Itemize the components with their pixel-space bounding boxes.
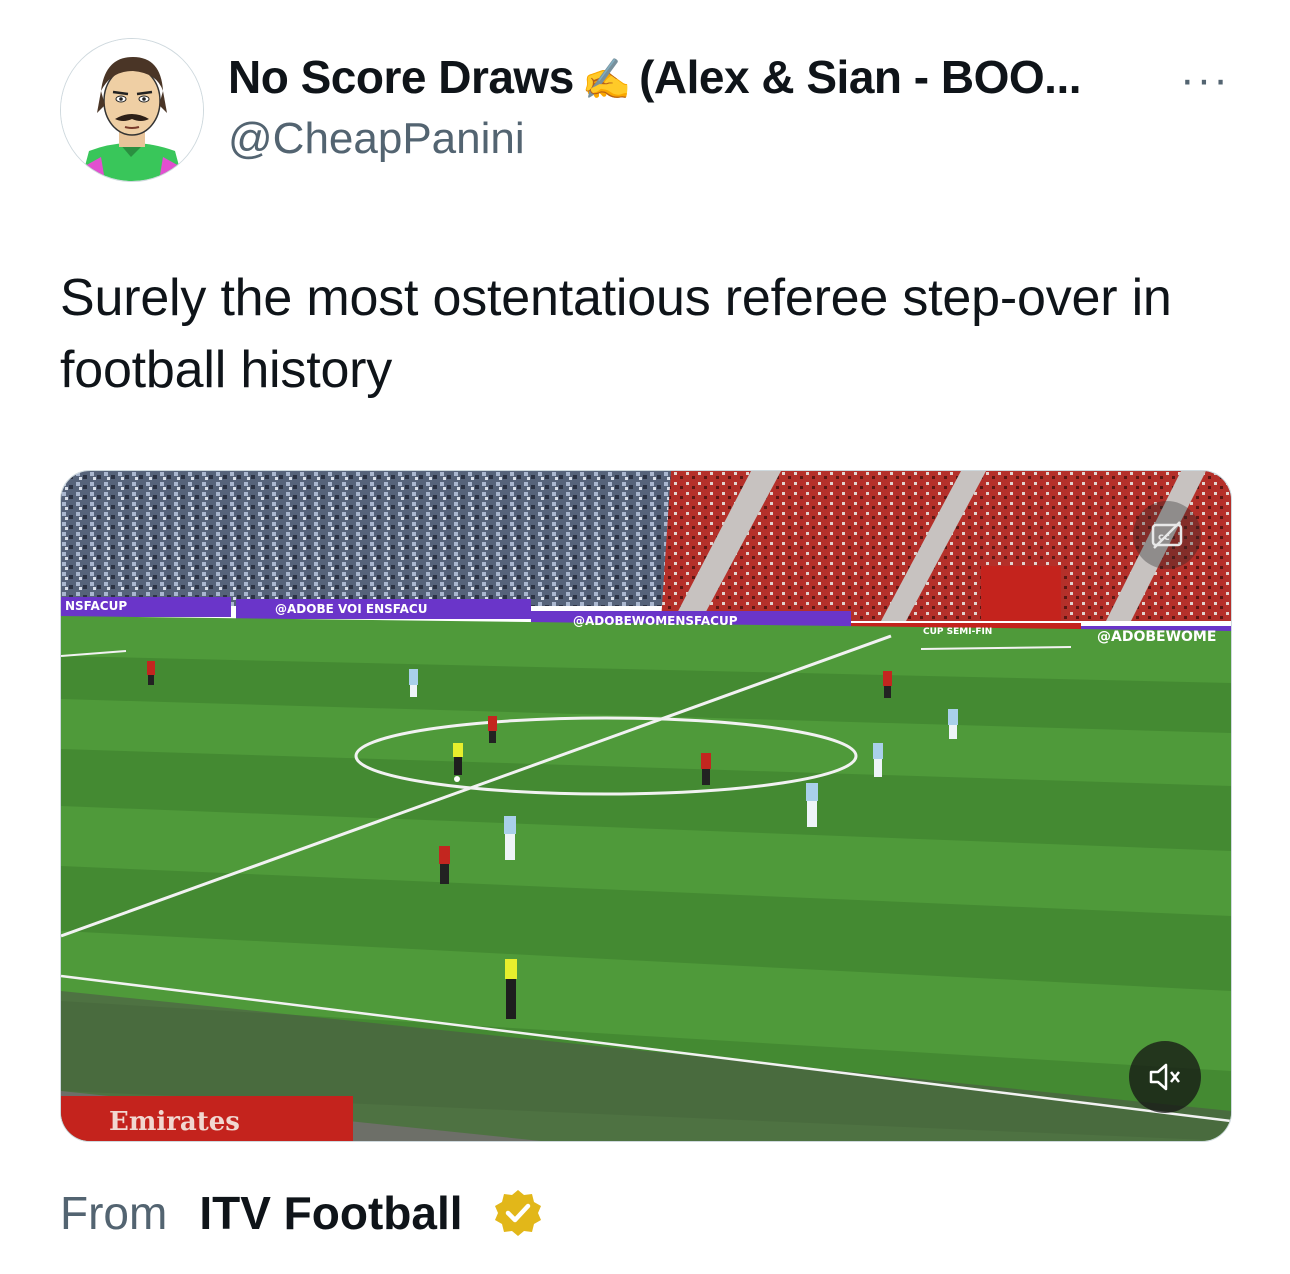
video-player[interactable]: NSFACUP @ADOBE VOI ENSFACU @ADOBEWOMENSF…: [60, 470, 1232, 1142]
board-right-text: @ADOBEWOME: [1097, 629, 1217, 645]
board-center-left-text: @ADOBE VOI ENSFACU: [275, 602, 428, 616]
captions-off-button[interactable]: cc: [1133, 501, 1201, 569]
captions-off-icon: cc: [1151, 521, 1183, 549]
tweet-text: Surely the most ostentatious referee ste…: [60, 269, 1172, 399]
author-name-suffix: (Alex & Sian - BOO...: [639, 51, 1082, 103]
author-display-name[interactable]: No Score Draws ✍️ (Alex & Sian - BOO...: [228, 50, 1082, 104]
from-label: From: [60, 1187, 168, 1239]
writing-hand-emoji-icon: ✍️: [581, 58, 632, 102]
author-avatar[interactable]: [60, 38, 204, 182]
player-red: [147, 661, 155, 685]
gold-verified-badge-icon: [494, 1190, 541, 1236]
media-source-row[interactable]: From ITV Football: [60, 1182, 543, 1244]
video-frame: [61, 471, 1231, 1141]
board-left-text: NSFACUP: [65, 599, 128, 613]
board-cup-text: CUP SEMI-FIN: [923, 627, 993, 637]
cartoon-goalkeeper-avatar-icon: [61, 39, 203, 181]
speaker-muted-icon: [1149, 1063, 1180, 1091]
source-name[interactable]: ITV Football: [199, 1186, 462, 1240]
author-name-text: No Score Draws: [228, 51, 574, 103]
more-options-icon[interactable]: ···: [1180, 58, 1230, 102]
sponsor-board-text: Emirates: [109, 1107, 240, 1137]
unmute-button[interactable]: [1129, 1041, 1201, 1113]
board-center-text: @ADOBEWOMENSFACUP: [573, 614, 738, 628]
author-handle[interactable]: @CheapPanini: [228, 114, 525, 164]
